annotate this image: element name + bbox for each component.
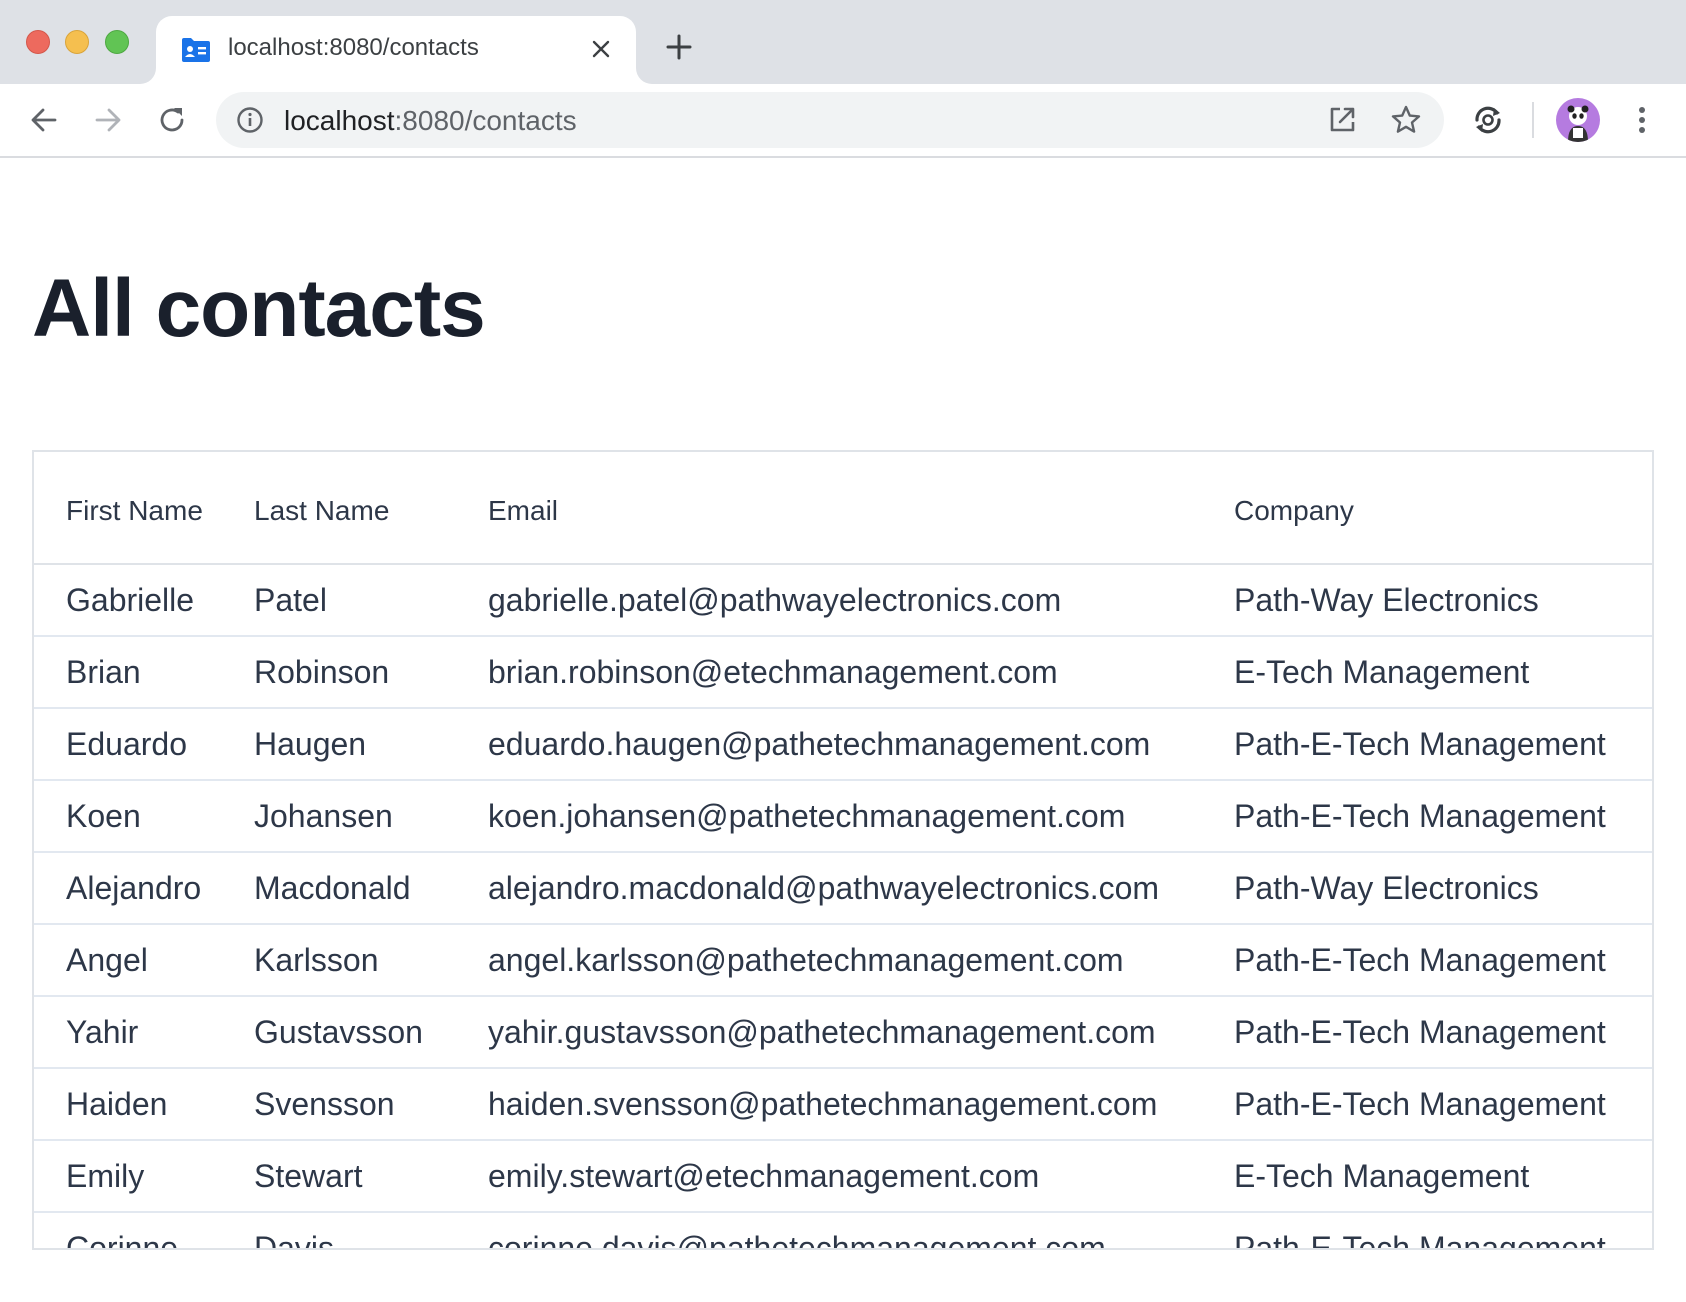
cell-company: E-Tech Management [1234, 636, 1652, 709]
cell-company: Path-Way Electronics [1234, 852, 1652, 925]
star-icon[interactable] [1390, 104, 1422, 136]
cell-email: koen.johansen@pathetechmanagement.com [488, 780, 1234, 853]
cell-company: Path-E-Tech Management [1234, 924, 1652, 997]
page-title: All contacts [32, 263, 486, 354]
cell-email: angel.karlsson@pathetechmanagement.com [488, 924, 1234, 997]
cell-email: emily.stewart@etechmanagement.com [488, 1140, 1234, 1213]
address-bar[interactable]: localhost:8080/contacts [216, 92, 1444, 148]
cell-email: eduardo.haugen@pathetechmanagement.com [488, 708, 1234, 781]
cell-company: Path-Way Electronics [1234, 564, 1652, 637]
info-icon[interactable] [236, 106, 264, 134]
cell-last-name: Macdonald [254, 852, 488, 925]
column-header-email: Email [488, 452, 1234, 565]
cell-company: Path-E-Tech Management [1234, 1068, 1652, 1141]
cell-company: Path-E-Tech Management [1234, 780, 1652, 853]
table-header-row: First Name Last Name Email Company [34, 452, 1652, 565]
cell-first-name: Emily [34, 1140, 254, 1213]
cell-last-name: Gustavsson [254, 996, 488, 1069]
cell-first-name: Gabrielle [34, 564, 254, 637]
cell-first-name: Angel [34, 924, 254, 997]
open-in-new-window-icon[interactable] [1326, 104, 1358, 136]
address-host: localhost [284, 105, 395, 136]
forward-arrow-icon[interactable] [90, 102, 126, 138]
cell-email: haiden.svensson@pathetechmanagement.com [488, 1068, 1234, 1141]
table-row[interactable]: Emily Stewart emily.stewart@etechmanagem… [34, 1140, 1652, 1213]
cell-last-name: Karlsson [254, 924, 488, 997]
cell-first-name: Brian [34, 636, 254, 709]
contacts-table: First Name Last Name Email Company Gabri… [34, 452, 1652, 1248]
table-row[interactable]: Angel Karlsson angel.karlsson@pathetechm… [34, 924, 1652, 997]
maximize-window-button[interactable] [105, 30, 129, 54]
cell-last-name: Davis [254, 1212, 488, 1248]
browser-tabstrip: localhost:8080/contacts [0, 0, 1686, 84]
cell-last-name: Patel [254, 564, 488, 637]
back-arrow-icon[interactable] [26, 102, 62, 138]
cell-email: corinne.davis@pathetechmanagement.com [488, 1212, 1234, 1248]
column-header-company: Company [1234, 452, 1652, 565]
cell-email: brian.robinson@etechmanagement.com [488, 636, 1234, 709]
reload-icon[interactable] [154, 102, 190, 138]
table-row[interactable]: Alejandro Macdonald alejandro.macdonald@… [34, 852, 1652, 925]
cell-first-name: Alejandro [34, 852, 254, 925]
table-row[interactable]: Yahir Gustavsson yahir.gustavsson@pathet… [34, 996, 1652, 1069]
profile-avatar[interactable] [1556, 98, 1600, 142]
cell-last-name: Johansen [254, 780, 488, 853]
table-row[interactable]: Corinne Davis corinne.davis@pathetechman… [34, 1212, 1652, 1248]
contact-card-icon [180, 36, 212, 64]
table-row[interactable]: Gabrielle Patel gabrielle.patel@pathwaye… [34, 564, 1652, 637]
contacts-table-container[interactable]: First Name Last Name Email Company Gabri… [32, 450, 1654, 1250]
cell-company: Path-E-Tech Management [1234, 1212, 1652, 1248]
column-header-first-name: First Name [34, 452, 254, 565]
cell-first-name: Haiden [34, 1068, 254, 1141]
toolbar-divider [1532, 102, 1534, 138]
cell-first-name: Koen [34, 780, 254, 853]
address-path: :8080/contacts [394, 105, 577, 136]
cell-last-name: Robinson [254, 636, 488, 709]
table-row[interactable]: Haiden Svensson haiden.svensson@pathetec… [34, 1068, 1652, 1141]
column-header-last-name: Last Name [254, 452, 488, 565]
cell-last-name: Haugen [254, 708, 488, 781]
browser-tab-active[interactable]: localhost:8080/contacts [156, 16, 636, 84]
table-row[interactable]: Koen Johansen koen.johansen@pathetechman… [34, 780, 1652, 853]
cell-company: Path-E-Tech Management [1234, 996, 1652, 1069]
cell-email: gabrielle.patel@pathwayelectronics.com [488, 564, 1234, 637]
close-window-button[interactable] [26, 30, 50, 54]
minimize-window-button[interactable] [65, 30, 89, 54]
table-row[interactable]: Brian Robinson brian.robinson@etechmanag… [34, 636, 1652, 709]
address-url[interactable]: localhost:8080/contacts [284, 105, 577, 137]
cell-first-name: Yahir [34, 996, 254, 1069]
cell-company: E-Tech Management [1234, 1140, 1652, 1213]
cell-first-name: Eduardo [34, 708, 254, 781]
new-tab-icon[interactable] [664, 32, 694, 62]
extension-sync-icon[interactable] [1470, 102, 1506, 138]
tab-title: localhost:8080/contacts [228, 34, 479, 61]
cell-last-name: Svensson [254, 1068, 488, 1141]
cell-email: alejandro.macdonald@pathwayelectronics.c… [488, 852, 1234, 925]
cell-company: Path-E-Tech Management [1234, 708, 1652, 781]
table-row[interactable]: Eduardo Haugen eduardo.haugen@pathetechm… [34, 708, 1652, 781]
close-tab-icon[interactable] [586, 34, 616, 64]
kebab-menu-icon[interactable] [1624, 102, 1660, 138]
cell-first-name: Corinne [34, 1212, 254, 1248]
cell-last-name: Stewart [254, 1140, 488, 1213]
cell-email: yahir.gustavsson@pathetechmanagement.com [488, 996, 1234, 1069]
browser-toolbar: localhost:8080/contacts [0, 84, 1686, 158]
